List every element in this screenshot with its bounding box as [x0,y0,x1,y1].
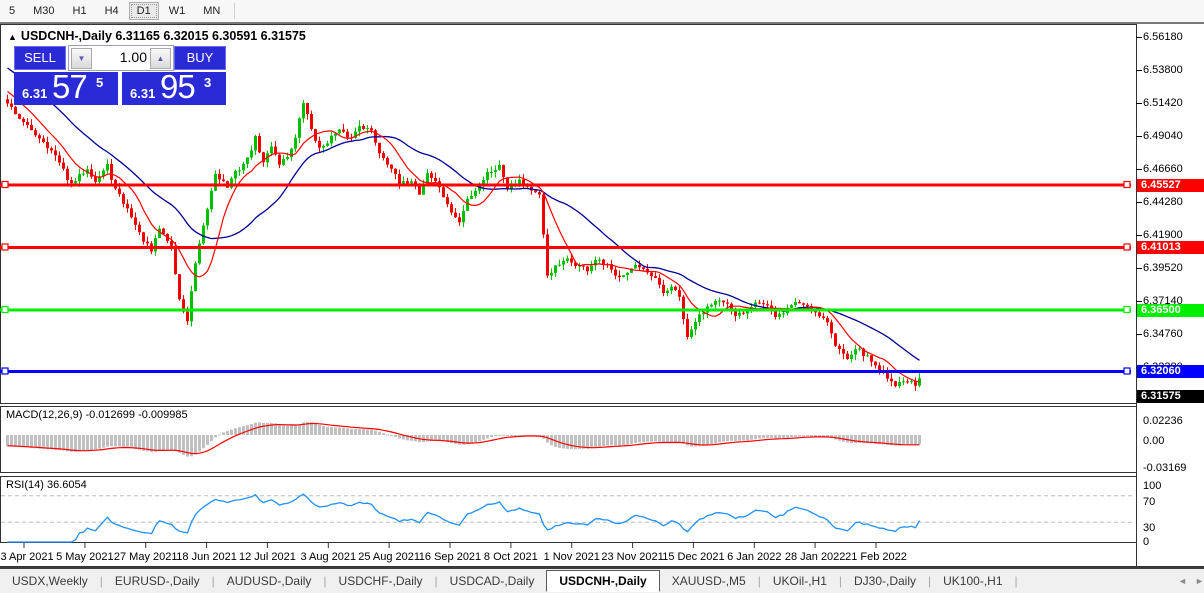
sell-price-display[interactable]: 6.31 57 5 [14,68,118,105]
sell-price-base: 6.31 [22,86,48,101]
sell-price-big: 57 [52,68,88,105]
one-click-trade-panel: SELL ▼ 1.00 ▲ BUY 6.31 57 5 6.31 95 3 [14,44,226,126]
date-tick-label: 15 Dec 2021 [662,551,725,563]
date-tick-label: 5 May 2021 [56,551,114,563]
price-tick-label: 6.49040 [1143,130,1183,143]
chart-tab-dj30-daily[interactable]: DJ30-,Daily [842,571,928,591]
timeframe-button-W1[interactable]: W1 [161,2,194,20]
chart-title-text: USDCNH-,Daily 6.31165 6.32015 6.30591 6.… [20,29,306,43]
rsi-line [7,493,921,543]
date-tick-label: 28 Jan 2022 [784,551,846,563]
date-tick-label: 13 Apr 2021 [0,551,54,563]
timeframe-toolbar: 5 M30 H1 H4 D1 W1 MN [0,0,1204,24]
price-tick-label: 6.41900 [1143,229,1183,242]
chart-tab-audusd-daily[interactable]: AUDUSD-,Daily [215,571,324,591]
indicator-tick-label: 70 [1143,496,1156,508]
toolbar-separator [234,3,236,19]
date-tick-label: 18 Jun 2021 [176,551,237,563]
current-price-tag: 6.31575 [1137,390,1204,403]
volume-decrease-icon[interactable]: ▼ [71,48,92,69]
date-tick-label: 27 May 2021 [113,551,178,563]
level-price-tag: 6.45527 [1137,178,1204,192]
volume-value[interactable]: 1.00 [120,49,147,65]
indicator-tick-label: 0 [1143,536,1150,548]
sell-button[interactable]: SELL [14,46,66,70]
tab-scroll-left-icon[interactable]: ◄ [1178,576,1187,586]
price-tick-mark [1136,334,1142,335]
tab-scroll-right-icon[interactable]: ► [1195,576,1204,586]
price-tick-mark [1136,103,1142,104]
level-price-tag: 6.36500 [1137,303,1204,317]
buy-price-base: 6.31 [130,86,156,101]
price-tick-mark [1136,301,1142,302]
chart-tab-bar: USDX,Weekly | EURUSD-,Daily | AUDUSD-,Daily |… [0,567,1204,593]
chart-tab-usdcad-daily[interactable]: USDCAD-,Daily [438,571,547,591]
trading-terminal-window: 5 M30 H1 H4 D1 W1 MN ▲ USDCNH-,Daily 6.31165 6.… [0,0,1204,593]
price-tick-mark [1136,37,1142,38]
buy-price-big: 95 [160,68,196,105]
date-tick-label: 6 Jan 2022 [727,551,782,563]
buy-price-pip: 3 [204,75,212,90]
collapse-arrow-icon[interactable]: ▲ [8,32,17,42]
level-price-tag: 6.32060 [1137,365,1204,379]
price-tick-label: 6.56180 [1143,31,1183,44]
date-tick-label: 16 Sep 2021 [418,551,482,563]
level-price-tag: 6.41013 [1137,241,1204,255]
timeframe-button-5[interactable]: 5 [1,2,23,20]
chart-tab-usdx-weekly[interactable]: USDX,Weekly [0,571,100,591]
sell-price-pip: 5 [96,75,104,90]
price-tick-mark [1136,202,1142,203]
date-tick-label: 21 Feb 2022 [845,551,907,563]
buy-button[interactable]: BUY [174,46,226,70]
price-tick-label: 6.46660 [1143,163,1183,176]
price-tick-label: 6.51420 [1143,97,1183,110]
chart-tab-uk100-h1[interactable]: UK100-,H1 [931,571,1014,591]
indicator-tick-label: 0.00 [1143,435,1165,447]
price-tick-mark [1136,70,1142,71]
bull-candles [74,100,921,389]
tab-separator: | [1014,574,1018,588]
indicator-tick-label: -0.03169 [1143,462,1187,474]
volume-increase-icon[interactable]: ▲ [150,48,171,69]
price-tick-label: 6.53800 [1143,64,1183,77]
bear-candles [6,94,917,391]
buy-price-display[interactable]: 6.31 95 3 [122,68,226,105]
price-tick-label: 6.44280 [1143,196,1183,209]
date-tick-label: 12 Jul 2021 [238,551,296,563]
timeframe-button-M30[interactable]: M30 [25,2,62,20]
timeframe-button-H1[interactable]: H1 [65,2,95,20]
chart-tab-ukoil-h1[interactable]: UKOil-,H1 [761,571,839,591]
indicator-tick-label: 0.02236 [1143,415,1183,427]
indicator-tick-label: 30 [1143,522,1156,534]
chart-title: ▲ USDCNH-,Daily 6.31165 6.32015 6.30591 6… [8,29,306,43]
price-tick-mark [1136,169,1142,170]
timeframe-button-H4[interactable]: H4 [97,2,127,20]
timeframe-button-D1[interactable]: D1 [128,2,159,20]
chart-tab-xauusd-m5[interactable]: XAUUSD-,M5 [660,571,758,591]
chart-window[interactable]: ▲ USDCNH-,Daily 6.31165 6.32015 6.30591 6… [0,24,1204,567]
indicator-tick-label: 100 [1143,480,1162,492]
date-tick-label: 23 Nov 2021 [601,551,664,563]
macd-indicator-label: MACD(12,26,9) -0.012699 -0.009985 [6,409,188,421]
price-tick-mark [1136,268,1142,269]
price-tick-mark [1136,235,1142,236]
chart-tab-eurusd-daily[interactable]: EURUSD-,Daily [103,571,212,591]
price-tick-label: 6.34760 [1143,328,1183,341]
date-tick-label: 8 Oct 2021 [483,551,538,563]
price-tick-mark [1136,136,1142,137]
chart-tab-usdcnh-daily[interactable]: USDCNH-,Daily [546,570,660,592]
rsi-indicator-label: RSI(14) 36.6054 [6,479,87,491]
timeframe-button-MN[interactable]: MN [195,2,228,20]
date-tick-label: 3 Aug 2021 [300,551,357,563]
date-tick-label: 1 Nov 2021 [543,551,600,563]
chart-tab-usdchf-daily[interactable]: USDCHF-,Daily [327,571,435,591]
date-tick-label: 25 Aug 2021 [358,551,421,563]
price-tick-label: 6.39520 [1143,262,1183,275]
